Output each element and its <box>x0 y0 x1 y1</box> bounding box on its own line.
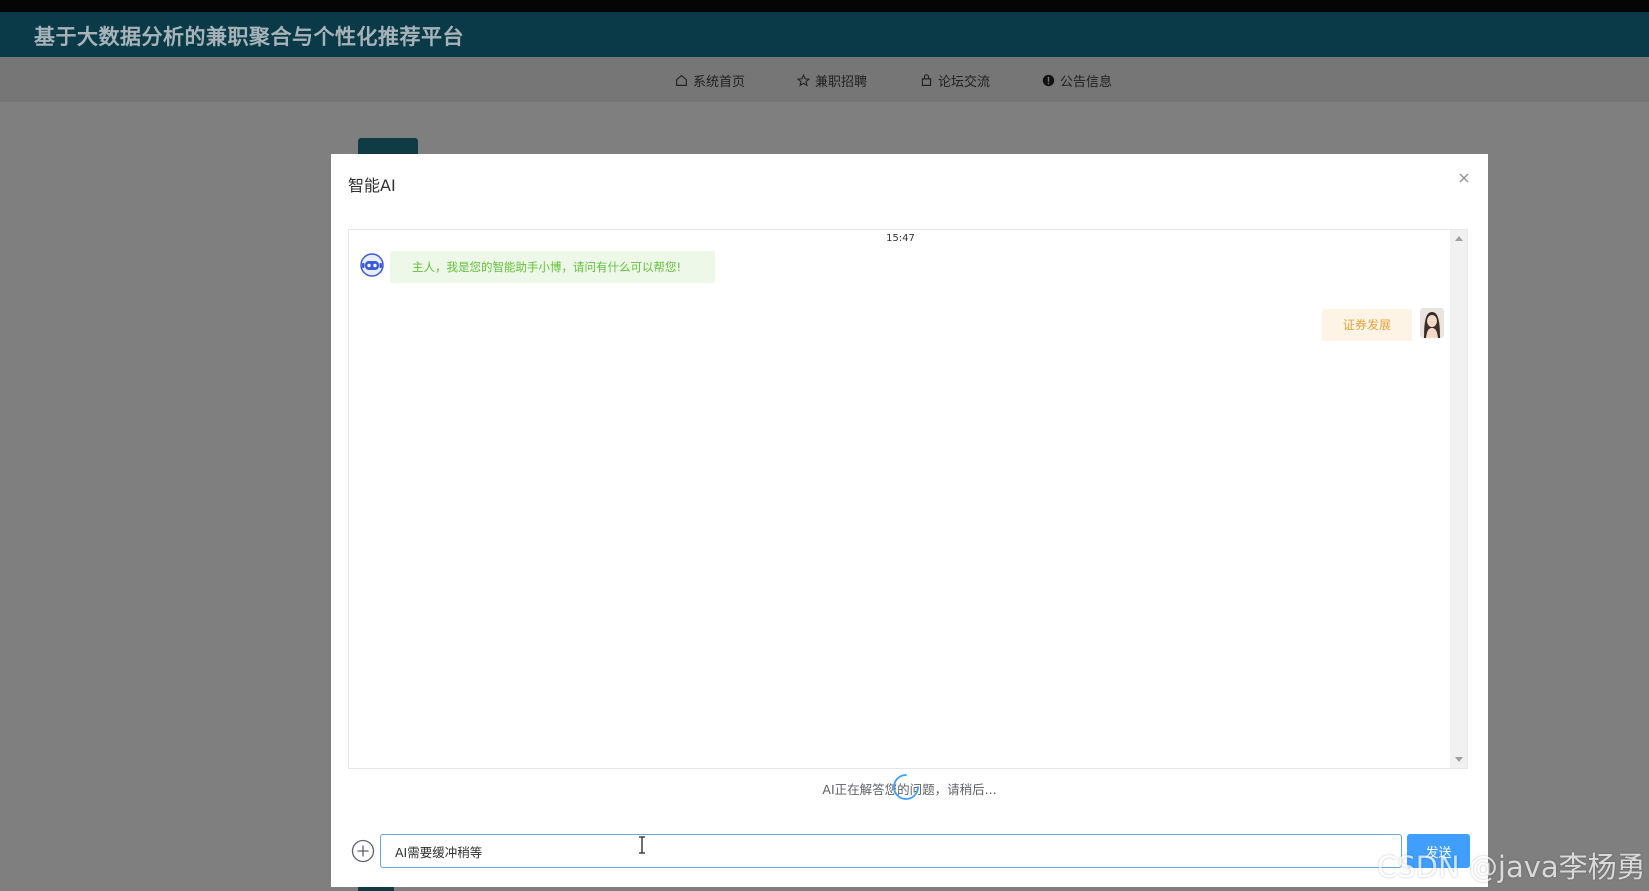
window-top-strip <box>0 0 1649 12</box>
chat-input[interactable] <box>380 834 1402 868</box>
nav-item-forum[interactable]: 论坛交流 <box>920 71 990 90</box>
watermark: CSDN @java李杨勇 <box>1377 850 1646 884</box>
ai-chat-dialog: 智能AI 15:47 主人，我是您的智能助手小博，请问有什么可以帮您! 证券发展… <box>331 154 1488 887</box>
scroll-down-arrow[interactable] <box>1455 757 1463 762</box>
site-title: 基于大数据分析的兼职聚合与个性化推荐平台 <box>34 25 464 49</box>
add-attachment-icon[interactable] <box>351 839 375 863</box>
site-header: 基于大数据分析的兼职聚合与个性化推荐平台 <box>0 12 1649 57</box>
main-nav: 系统首页 兼职招聘 论坛交流 公告信息 <box>0 57 1649 102</box>
nav-item-notice[interactable]: 公告信息 <box>1042 71 1112 90</box>
nav-item-jobs[interactable]: 兼职招聘 <box>797 71 867 90</box>
robot-avatar-icon <box>360 253 384 277</box>
dialog-title: 智能AI <box>348 176 396 195</box>
nav-item-label: 系统首页 <box>693 75 746 90</box>
nav-item-home[interactable]: 系统首页 <box>675 71 745 90</box>
info-circle-icon <box>1042 74 1055 87</box>
text-cursor-icon <box>639 836 645 854</box>
scroll-up-arrow[interactable] <box>1455 236 1463 241</box>
nav-item-label: 公告信息 <box>1060 75 1113 90</box>
user-message: 证券发展 <box>1322 309 1412 341</box>
star-icon <box>797 74 810 87</box>
chat-scrollbar[interactable] <box>1450 230 1467 768</box>
bag-icon <box>921 74 932 86</box>
user-avatar <box>1420 308 1444 338</box>
bot-message: 主人，我是您的智能助手小博，请问有什么可以帮您! <box>390 251 715 283</box>
loading-spinner-icon <box>893 774 919 800</box>
nav-item-label: 论坛交流 <box>938 75 991 90</box>
nav-item-label: 兼职招聘 <box>815 75 868 90</box>
message-timestamp: 15:47 <box>886 233 915 244</box>
close-icon[interactable] <box>1456 170 1472 186</box>
home-icon <box>676 74 687 86</box>
chat-message-area[interactable]: 15:47 主人，我是您的智能助手小博，请问有什么可以帮您! 证券发展 <box>348 229 1468 769</box>
